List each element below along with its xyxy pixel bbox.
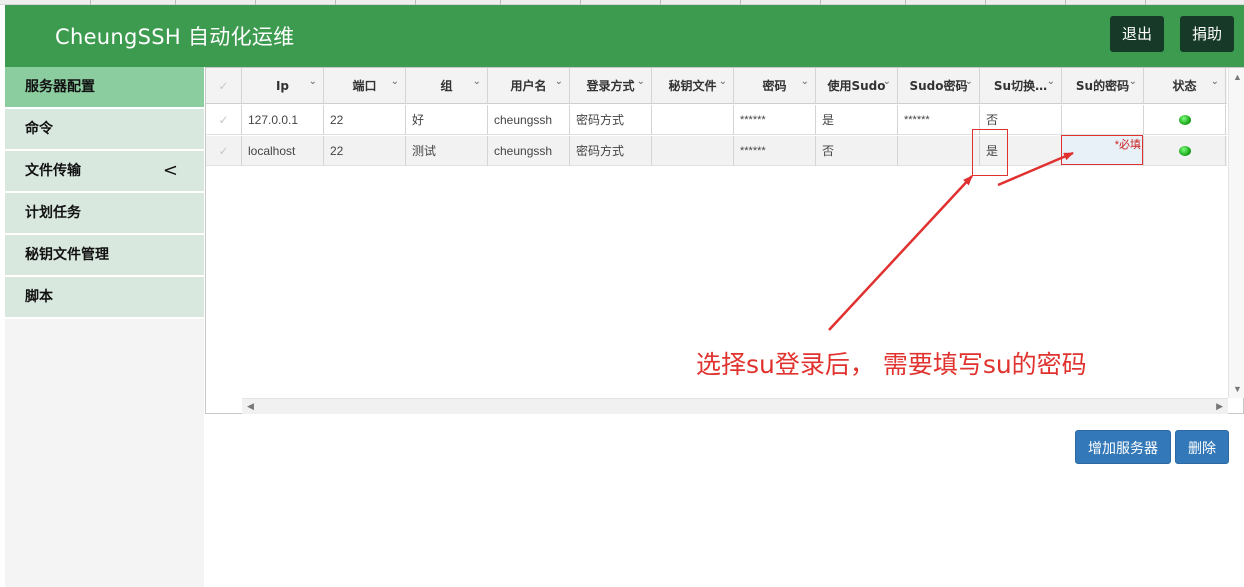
highlight-su-switch-cell bbox=[972, 129, 1008, 176]
sort-chevron-icon[interactable]: ⌄ bbox=[637, 64, 645, 100]
sort-chevron-icon[interactable]: ⌄ bbox=[1211, 64, 1219, 100]
column-header-key-file[interactable]: 秘钥文件 ⌄ bbox=[652, 68, 734, 104]
donate-button[interactable]: 捐助 bbox=[1180, 16, 1234, 52]
add-server-button[interactable]: 增加服务器 bbox=[1075, 430, 1171, 464]
sort-chevron-icon[interactable]: ⌄ bbox=[473, 64, 481, 100]
table-row[interactable]: ✓ 127.0.0.1 22 好 cheungssh 密码方式 ****** 是… bbox=[206, 105, 1227, 135]
cell-status bbox=[1144, 105, 1226, 135]
cell-use-sudo[interactable]: 是 bbox=[816, 105, 898, 135]
status-online-icon bbox=[1178, 115, 1191, 125]
column-header-ip[interactable]: Ip ⌄ bbox=[242, 68, 324, 104]
sort-chevron-icon[interactable]: ⌄ bbox=[309, 64, 317, 100]
scroll-down-arrow-icon[interactable]: ▼ bbox=[1233, 384, 1242, 394]
sidebar-item-label: 命令 bbox=[25, 121, 53, 137]
column-header-username[interactable]: 用户名 ⌄ bbox=[488, 68, 570, 104]
cell-password[interactable]: ****** bbox=[734, 136, 816, 166]
cell-group[interactable]: 好 bbox=[406, 105, 488, 135]
column-header-login-method[interactable]: 登录方式 ⌄ bbox=[570, 68, 652, 104]
sidebar-item-label: 文件传输 bbox=[25, 163, 81, 179]
annotation-note: 选择su登录后， 需要填写su的密码 bbox=[696, 350, 1087, 379]
sidebar-item-command[interactable]: 命令 bbox=[5, 109, 204, 151]
sort-chevron-icon[interactable]: ⌄ bbox=[391, 64, 399, 100]
status-online-icon bbox=[1178, 146, 1191, 156]
cell-su-password[interactable] bbox=[1062, 105, 1144, 135]
sidebar-item-key-files[interactable]: 秘钥文件管理 bbox=[5, 235, 204, 277]
column-header-password[interactable]: 密码 ⌄ bbox=[734, 68, 816, 104]
sort-chevron-icon[interactable]: ⌄ bbox=[801, 64, 809, 100]
highlight-su-password-cell bbox=[1061, 135, 1143, 165]
column-header-use-sudo[interactable]: 使用Sudo ⌄ bbox=[816, 68, 898, 104]
cell-login-method[interactable]: 密码方式 bbox=[570, 136, 652, 166]
cell-ip[interactable]: localhost bbox=[242, 136, 324, 166]
cell-username[interactable]: cheungssh bbox=[488, 136, 570, 166]
sidebar-item-label: 计划任务 bbox=[25, 205, 81, 221]
logout-button[interactable]: 退出 bbox=[1110, 16, 1164, 52]
sort-chevron-icon[interactable]: ⌄ bbox=[719, 64, 727, 100]
cell-key-file[interactable] bbox=[652, 105, 734, 135]
cell-username[interactable]: cheungssh bbox=[488, 105, 570, 135]
scroll-up-arrow-icon[interactable]: ▲ bbox=[1233, 72, 1242, 82]
delete-button[interactable]: 删除 bbox=[1175, 430, 1229, 464]
sidebar-item-label: 服务器配置 bbox=[25, 79, 95, 95]
cell-status bbox=[1144, 136, 1226, 166]
cell-ip[interactable]: 127.0.0.1 bbox=[242, 105, 324, 135]
sort-chevron-icon[interactable]: ⌄ bbox=[1129, 64, 1137, 100]
cell-key-file[interactable] bbox=[652, 136, 734, 166]
table-header: ✓ Ip ⌄ 端口 ⌄ 组 ⌄ 用户名 ⌄ 登录方式 ⌄ 秘钥文件 ⌄ 密码 ⌄ 使用Sudo… bbox=[206, 68, 1227, 104]
select-all-checkbox[interactable]: ✓ bbox=[206, 68, 242, 104]
app-brand-title[interactable]: CheungSSH 自动化运维 bbox=[55, 21, 294, 51]
top-navbar: CheungSSH 自动化运维 退出 捐助 bbox=[5, 5, 1244, 67]
sidebar-item-scripts[interactable]: 脚本 bbox=[5, 277, 204, 319]
vertical-scrollbar[interactable]: ▲ ▼ bbox=[1228, 68, 1244, 398]
chevron-left-icon: < bbox=[162, 160, 178, 181]
column-header-port[interactable]: 端口 ⌄ bbox=[324, 68, 406, 104]
cell-use-sudo[interactable]: 否 bbox=[816, 136, 898, 166]
sort-chevron-icon[interactable]: ⌄ bbox=[965, 64, 973, 100]
column-header-group[interactable]: 组 ⌄ bbox=[406, 68, 488, 104]
scroll-left-arrow-icon[interactable]: ◀ bbox=[247, 401, 254, 412]
column-header-su-switch[interactable]: Su切换… ⌄ bbox=[980, 68, 1062, 104]
column-header-su-password[interactable]: Su的密码 ⌄ bbox=[1062, 68, 1144, 104]
row-checkbox[interactable]: ✓ bbox=[206, 136, 242, 166]
sidebar-item-scheduled-tasks[interactable]: 计划任务 bbox=[5, 193, 204, 235]
sidebar-item-label: 秘钥文件管理 bbox=[25, 247, 109, 263]
row-checkbox[interactable]: ✓ bbox=[206, 105, 242, 135]
column-header-status[interactable]: 状态 ⌄ bbox=[1144, 68, 1226, 104]
cell-password[interactable]: ****** bbox=[734, 105, 816, 135]
horizontal-scrollbar[interactable]: ◀ ▶ bbox=[242, 398, 1228, 414]
cell-login-method[interactable]: 密码方式 bbox=[570, 105, 652, 135]
cell-port[interactable]: 22 bbox=[324, 136, 406, 166]
sidebar-menu: 服务器配置 命令 文件传输 < 计划任务 秘钥文件管理 脚本 bbox=[5, 67, 204, 587]
cell-port[interactable]: 22 bbox=[324, 105, 406, 135]
cell-group[interactable]: 测试 bbox=[406, 136, 488, 166]
sidebar-item-label: 脚本 bbox=[25, 289, 53, 305]
column-header-sudo-password[interactable]: Sudo密码 ⌄ bbox=[898, 68, 980, 104]
cell-sudo-password[interactable]: ****** bbox=[898, 105, 980, 135]
sort-chevron-icon[interactable]: ⌄ bbox=[883, 64, 891, 100]
cell-sudo-password[interactable] bbox=[898, 136, 980, 166]
scroll-right-arrow-icon[interactable]: ▶ bbox=[1216, 401, 1223, 412]
sidebar-item-file-transfer[interactable]: 文件传输 < bbox=[5, 151, 204, 193]
sort-chevron-icon[interactable]: ⌄ bbox=[1047, 64, 1055, 100]
sort-chevron-icon[interactable]: ⌄ bbox=[555, 64, 563, 100]
sidebar-item-server-config[interactable]: 服务器配置 bbox=[5, 67, 204, 109]
